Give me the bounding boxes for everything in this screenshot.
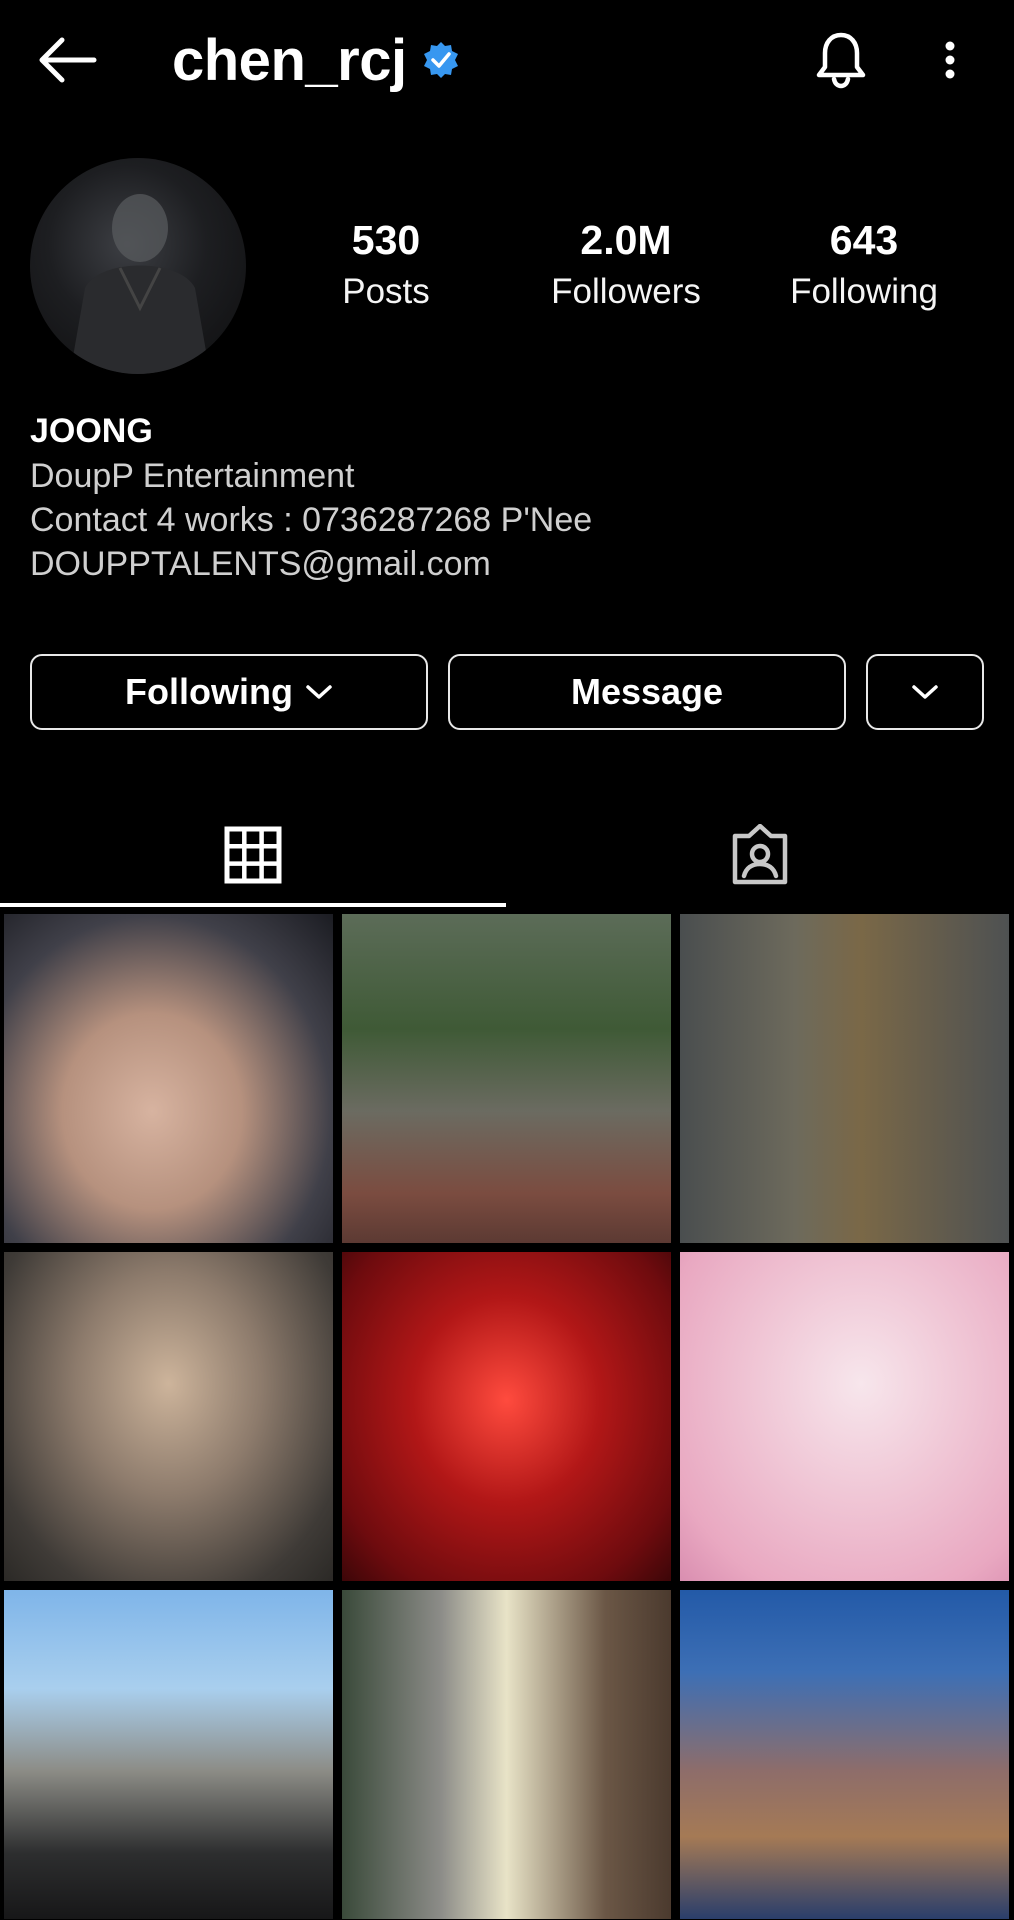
bio: JOONG DoupP Entertainment Contact 4 work… xyxy=(30,408,970,586)
grid-icon xyxy=(224,826,282,884)
active-tab-indicator xyxy=(0,903,506,907)
username: chen_rcj xyxy=(172,27,407,93)
posts-count-value: 530 xyxy=(351,217,421,263)
avatar[interactable] xyxy=(30,158,246,374)
chevron-down-icon xyxy=(306,685,332,699)
chevron-down-icon xyxy=(912,685,938,699)
followers-count-label: Followers xyxy=(551,272,701,311)
message-button[interactable]: Message xyxy=(448,654,846,730)
post-thumbnail-1[interactable] xyxy=(4,914,333,1243)
post-thumbnail-7[interactable] xyxy=(4,1590,333,1919)
back-button[interactable] xyxy=(30,22,106,98)
tab-tagged[interactable] xyxy=(506,810,1014,900)
post-thumbnail-4[interactable] xyxy=(4,1252,333,1581)
post-thumbnail-6[interactable] xyxy=(680,1252,1009,1581)
message-button-label: Message xyxy=(570,671,724,712)
bio-line-company: DoupP Entertainment xyxy=(30,457,355,495)
post-thumbnail-3[interactable] xyxy=(680,914,1009,1243)
post-thumbnail-8[interactable] xyxy=(342,1590,671,1919)
avatar-image xyxy=(70,194,210,374)
post-thumbnail-2[interactable] xyxy=(342,914,671,1243)
tagged-icon xyxy=(732,824,788,885)
username-header: chen_rcj xyxy=(172,27,461,93)
verified-badge-icon xyxy=(421,40,461,80)
tab-posts-grid[interactable] xyxy=(0,810,506,900)
following-count[interactable]: 643 Following xyxy=(764,216,964,320)
following-button-label: Following xyxy=(125,671,293,712)
notifications-button[interactable] xyxy=(806,24,876,94)
posts-count-label: Posts xyxy=(342,272,430,311)
posts-count[interactable]: 530 Posts xyxy=(286,216,486,320)
bio-line-email[interactable]: DOUPPTALENTS@gmail.com xyxy=(30,542,970,586)
profile-name: JOONG xyxy=(30,412,153,450)
more-vertical-icon xyxy=(945,41,955,79)
followers-count[interactable]: 2.0M Followers xyxy=(526,216,726,320)
more-options-button[interactable] xyxy=(920,28,980,92)
arrow-left-icon xyxy=(39,37,97,83)
following-button[interactable]: Following xyxy=(30,654,428,730)
bio-line-contact: Contact 4 works : 0736287268 P'Nee xyxy=(30,501,593,539)
post-thumbnail-9[interactable] xyxy=(680,1590,1009,1919)
following-count-label: Following xyxy=(790,272,938,311)
post-thumbnail-5[interactable] xyxy=(342,1252,671,1581)
following-count-value: 643 xyxy=(829,217,899,263)
bell-icon xyxy=(816,32,866,89)
suggested-accounts-button[interactable] xyxy=(866,654,984,730)
followers-count-value: 2.0M xyxy=(580,217,672,263)
